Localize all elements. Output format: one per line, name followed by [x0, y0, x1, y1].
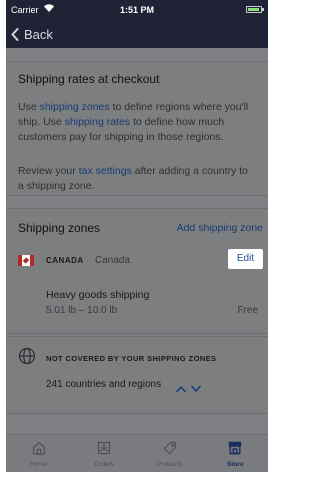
- tab-label: Store: [226, 461, 244, 468]
- edit-zone-button[interactable]: Edit: [228, 249, 263, 269]
- uncovered-regions-card: NOT COVERED BY YOUR SHIPPING ZONES 241 c…: [6, 336, 268, 414]
- battery-icon: [246, 6, 264, 13]
- navigation-bar: Back: [6, 20, 268, 48]
- tab-store[interactable]: Store: [203, 435, 269, 472]
- tab-label: Products: [156, 461, 183, 468]
- description-text: Use shipping zones to define regions whe…: [18, 101, 249, 143]
- chevron-up-icon[interactable]: [176, 380, 186, 398]
- add-shipping-zone-button[interactable]: Add shipping zone: [177, 222, 263, 234]
- tab-products[interactable]: Products: [137, 435, 203, 472]
- shipping-zones-card: Shipping zones Add shipping zone CANADA …: [6, 208, 268, 334]
- content-area: Shipping rates at checkout Use shipping …: [6, 48, 268, 434]
- uncovered-count: 241 countries and regions: [46, 379, 162, 390]
- tab-home[interactable]: Home: [6, 435, 72, 472]
- shipping-zones-link[interactable]: shipping zones: [40, 101, 110, 113]
- tab-bar: Home Orders Products Store: [6, 434, 268, 472]
- shipping-rates-link[interactable]: shipping rates: [65, 116, 130, 128]
- tab-label: Orders: [94, 461, 115, 468]
- phone-screen: Carrier 1:51 PM Back Shipping rates at c…: [6, 0, 268, 472]
- chevron-down-icon[interactable]: [191, 380, 201, 398]
- rate-price: Free: [237, 305, 258, 316]
- country-code: CANADA: [46, 256, 84, 265]
- clock: 1:51 PM: [119, 5, 154, 15]
- tax-note-text: Review your tax settings after adding a …: [18, 165, 248, 192]
- canada-flag-icon: [18, 255, 34, 266]
- tag-icon: [162, 440, 178, 461]
- chevron-left-icon: [11, 27, 19, 41]
- tax-settings-link[interactable]: tax settings: [79, 165, 132, 177]
- orders-icon: [96, 440, 112, 461]
- globe-icon: [18, 347, 36, 370]
- card-title: Shipping rates at checkout: [18, 72, 160, 86]
- store-icon: [227, 440, 243, 461]
- status-bar: Carrier 1:51 PM: [6, 0, 268, 20]
- tab-label: Home: [30, 461, 48, 468]
- back-button[interactable]: Back: [11, 24, 53, 44]
- checkout-rates-card: Shipping rates at checkout Use shipping …: [6, 61, 268, 196]
- rate-condition: 5.01 lb – 10.0 lb: [46, 305, 118, 316]
- home-icon: [31, 440, 47, 461]
- tab-orders[interactable]: Orders: [72, 435, 138, 472]
- country-name: Canada: [95, 255, 131, 266]
- back-label: Back: [24, 26, 53, 42]
- rate-name: Heavy goods shipping: [46, 289, 150, 301]
- section-title: Shipping zones: [18, 221, 101, 235]
- uncovered-heading: NOT COVERED BY YOUR SHIPPING ZONES: [46, 354, 217, 363]
